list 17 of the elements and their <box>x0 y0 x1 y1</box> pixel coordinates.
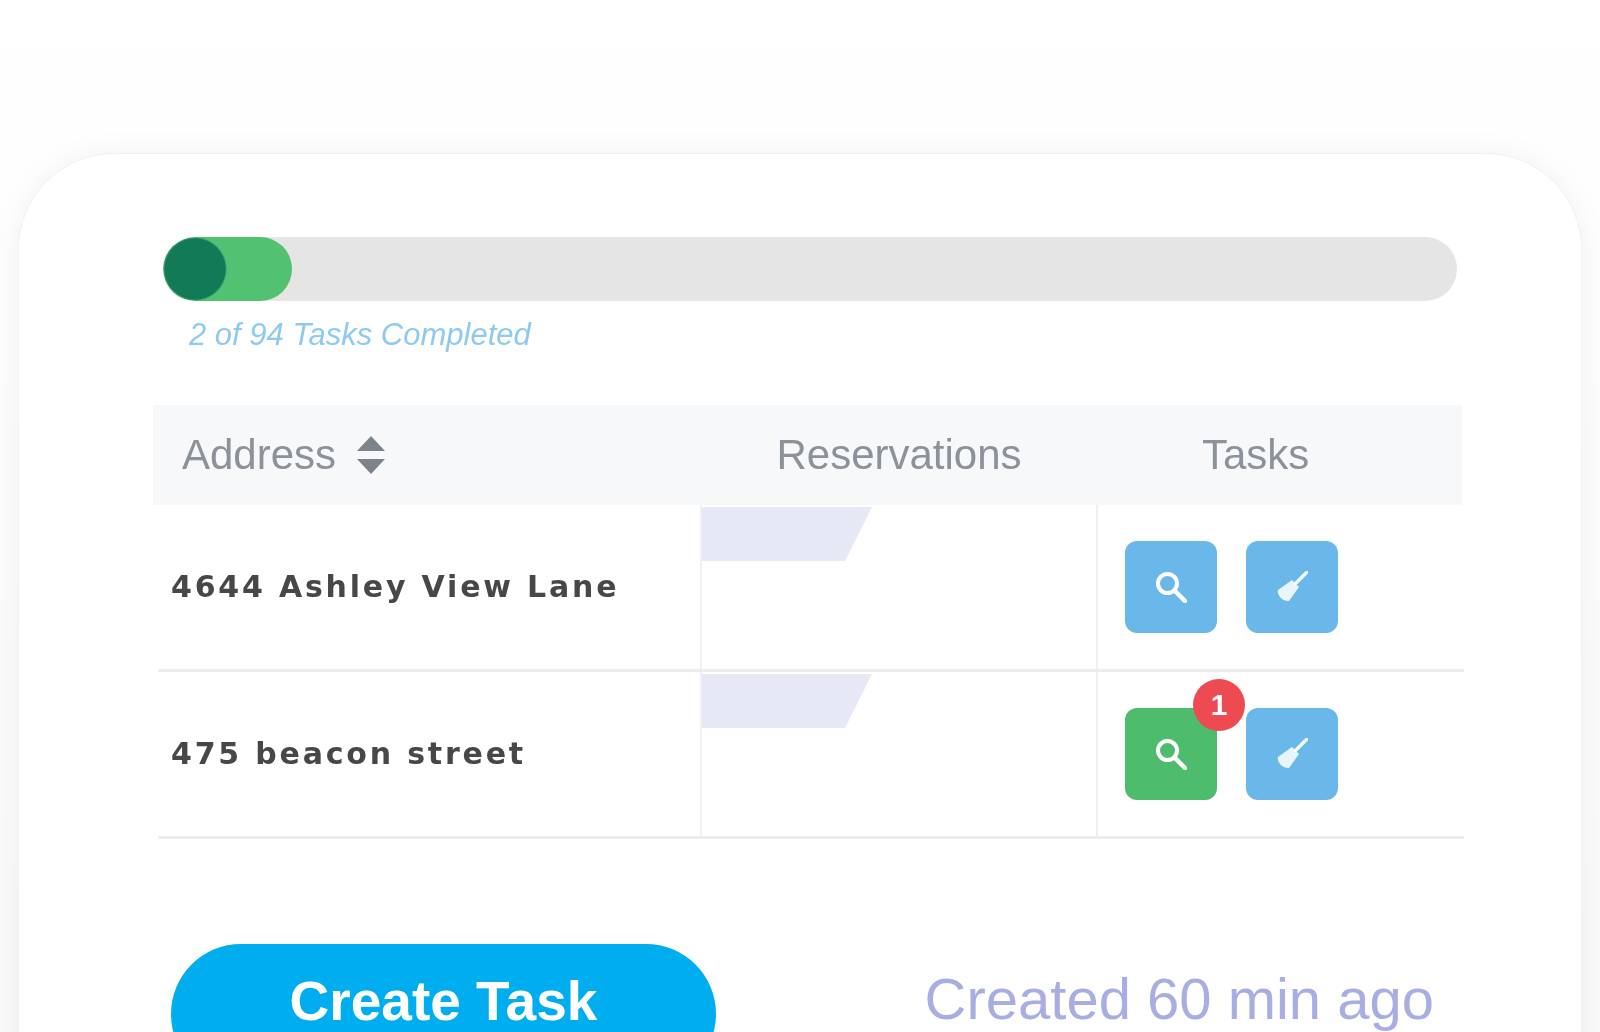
column-header[interactable]: Address <box>182 431 337 479</box>
search-icon <box>1155 571 1187 603</box>
column-header: Tasks <box>1202 431 1310 479</box>
clean-button[interactable] <box>1246 708 1338 800</box>
address-text: 4644 Ashley View Lane <box>171 568 620 606</box>
count-badge: 1 <box>1193 679 1245 731</box>
clean-button[interactable] <box>1246 541 1338 633</box>
search-button[interactable] <box>1125 541 1217 633</box>
address-text: 475 beacon street <box>171 735 526 773</box>
created-time-text: Created 60 min ago <box>924 967 1434 1031</box>
progress-label: 2 of 94 Tasks Completed <box>189 317 531 353</box>
broom-icon <box>1276 571 1308 603</box>
sort-icon[interactable] <box>357 436 386 474</box>
create-task-button[interactable]: Create Task <box>171 944 716 1032</box>
broom-icon <box>1276 738 1308 770</box>
search-icon <box>1155 738 1187 770</box>
column-header: Reservations <box>776 431 1022 479</box>
